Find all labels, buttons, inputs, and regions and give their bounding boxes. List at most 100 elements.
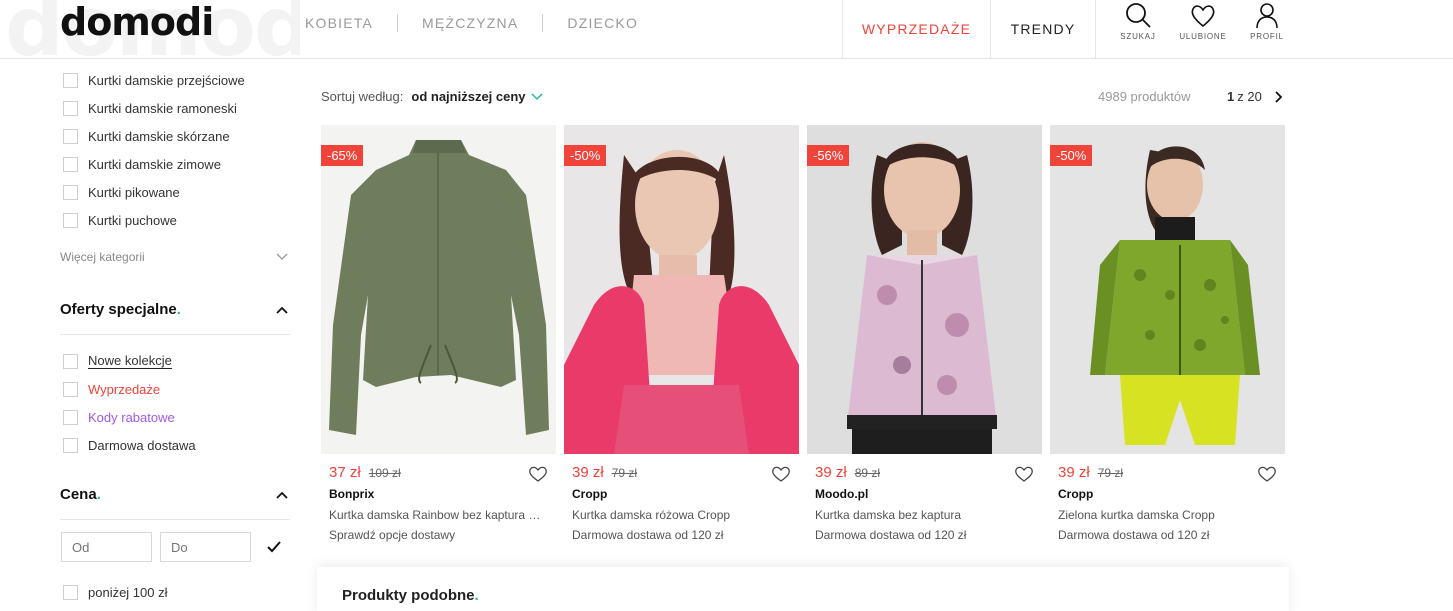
checkbox[interactable] — [63, 184, 78, 200]
chevron-down-icon — [276, 253, 288, 260]
checkbox[interactable] — [63, 381, 78, 397]
category-filter[interactable]: Kurtki damskie przejściowe — [63, 71, 245, 89]
offer-label: Kody rabatowe — [88, 409, 175, 425]
price-row: 37 zł 109 zł — [329, 464, 401, 481]
heart-icon[interactable] — [528, 465, 548, 483]
product-card[interactable]: -65% 37 zł 109 zł Bonprix Kurtka damska … — [321, 125, 556, 555]
model-photo — [807, 125, 1042, 454]
checkbox[interactable] — [63, 584, 78, 600]
special-offer-filter[interactable]: Wyprzedaże — [63, 380, 160, 398]
product-image[interactable] — [807, 125, 1042, 454]
discount-badge: -50% — [1050, 145, 1093, 166]
special-offer-filter[interactable]: Nowe kolekcje — [63, 352, 172, 370]
chevron-up-icon — [276, 491, 288, 499]
offer-label: Darmowa dostawa — [88, 437, 196, 453]
category-filter[interactable]: Kurtki pikowane — [63, 183, 180, 201]
user-icon — [1256, 3, 1278, 29]
jacket-image — [321, 125, 556, 454]
nav-sale[interactable]: WYPRZEDAŻE — [842, 0, 990, 58]
search-label: SZUKAJ — [1120, 32, 1156, 41]
nav-kobieta[interactable]: KOBIETA — [305, 15, 373, 31]
product-name[interactable]: Kurtka damska Rainbow bez kaptura … — [329, 508, 551, 522]
checkbox[interactable] — [63, 437, 78, 453]
price-row: 39 zł 79 zł — [572, 464, 637, 481]
nav-divider — [542, 14, 544, 32]
category-filter[interactable]: Kurtki puchowe — [63, 211, 177, 229]
product-card[interactable]: -50% 39 zł 79 zł Cropp Kurtka damska róż… — [564, 125, 799, 555]
product-brand: Cropp — [1058, 487, 1094, 501]
checkbox[interactable] — [63, 128, 78, 144]
category-filter[interactable]: Kurtki damskie zimowe — [63, 155, 221, 173]
category-filter[interactable]: Kurtki damskie skórzane — [63, 127, 230, 145]
nav-dziecko[interactable]: DZIECKO — [567, 15, 638, 31]
product-brand: Moodo.pl — [815, 487, 869, 501]
current-price: 39 zł — [1058, 464, 1090, 481]
favorites-button[interactable]: ULUBIONE — [1173, 0, 1233, 58]
old-price: 109 zł — [368, 466, 401, 480]
main-nav: KOBIETA MĘŻCZYZNA DZIECKO — [305, 14, 638, 32]
site-header: domodi domodi KOBIETA MĘŻCZYZNA DZIECKO … — [0, 0, 1453, 59]
nav-divider — [397, 14, 399, 32]
chevron-right-icon[interactable] — [1274, 90, 1284, 103]
page-total: z 20 — [1237, 89, 1262, 104]
chevron-up-icon — [276, 306, 288, 314]
product-name[interactable]: Kurtka damska bez kaptura — [815, 508, 1037, 522]
product-card[interactable]: -50% 39 zł 79 zł Cropp Zielona kurtka da… — [1050, 125, 1285, 555]
checkbox[interactable] — [63, 212, 78, 228]
checkbox[interactable] — [63, 353, 78, 369]
category-label: Kurtki pikowane — [88, 184, 180, 200]
nav-mezczyzna[interactable]: MĘŻCZYZNA — [422, 15, 518, 31]
checkbox[interactable] — [63, 100, 78, 116]
similar-products-panel: Produkty podobne. — [317, 567, 1289, 611]
product-name[interactable]: Kurtka damska różowa Cropp — [572, 508, 794, 522]
price-row: 39 zł 79 zł — [1058, 464, 1123, 481]
price-header[interactable]: Cena. — [60, 486, 288, 503]
search-button[interactable]: SZUKAJ — [1108, 0, 1168, 58]
special-offers-title: Oferty specjalne. — [60, 301, 181, 318]
product-count: 4989 produktów — [1098, 89, 1191, 104]
old-price: 89 zł — [854, 466, 881, 480]
product-card[interactable]: -56% 39 zł 89 zł Moodo.pl Kurtka damska … — [807, 125, 1042, 555]
price-range-filter[interactable]: poniżej 100 zł — [63, 583, 168, 601]
special-offer-filter[interactable]: Darmowa dostawa — [63, 436, 196, 454]
shipping-info: Darmowa dostawa od 120 zł — [1058, 528, 1210, 542]
heart-icon[interactable] — [771, 465, 791, 483]
product-image[interactable] — [564, 125, 799, 454]
product-name[interactable]: Zielona kurtka damska Cropp — [1058, 508, 1280, 522]
price-from-input[interactable] — [61, 532, 152, 562]
heart-icon — [1191, 5, 1215, 28]
shipping-info: Darmowa dostawa od 120 zł — [572, 528, 724, 542]
shipping-info: Sprawdź opcje dostawy — [329, 528, 456, 542]
product-brand: Cropp — [572, 487, 608, 501]
checkbox[interactable] — [63, 156, 78, 172]
checkbox[interactable] — [63, 409, 78, 425]
checkbox[interactable] — [63, 72, 78, 88]
special-offer-filter[interactable]: Kody rabatowe — [63, 408, 175, 426]
profile-button[interactable]: PROFIL — [1237, 0, 1297, 58]
logo-area[interactable]: domodi domodi — [0, 0, 300, 59]
similar-products-title: Produkty podobne. — [342, 587, 479, 604]
heart-icon[interactable] — [1257, 465, 1277, 483]
divider — [60, 519, 290, 520]
nav-trends[interactable]: TRENDY — [990, 0, 1096, 58]
heart-icon[interactable] — [1014, 465, 1034, 483]
current-page: 1 — [1227, 89, 1235, 104]
logo[interactable]: domodi — [60, 0, 214, 44]
discount-badge: -65% — [321, 145, 364, 166]
product-image[interactable] — [321, 125, 556, 454]
product-image[interactable] — [1050, 125, 1285, 454]
shipping-info: Darmowa dostawa od 120 zł — [815, 528, 967, 542]
product-brand: Bonprix — [329, 487, 375, 501]
category-filter[interactable]: Kurtki damskie ramoneski — [63, 99, 237, 117]
category-label: Kurtki puchowe — [88, 212, 177, 228]
search-icon — [1126, 3, 1151, 28]
model-photo — [564, 125, 799, 454]
apply-price-check-icon[interactable] — [265, 537, 283, 557]
sort-label: Sortuj według: — [321, 89, 404, 104]
price-to-input[interactable] — [160, 532, 251, 562]
more-categories-toggle[interactable]: Więcej kategorii — [60, 250, 288, 264]
sort-value[interactable]: od najniższej ceny — [411, 89, 525, 104]
sort-control[interactable]: Sortuj według: od najniższej ceny — [321, 89, 543, 104]
discount-badge: -50% — [564, 145, 607, 166]
special-offers-header[interactable]: Oferty specjalne. — [60, 301, 288, 318]
